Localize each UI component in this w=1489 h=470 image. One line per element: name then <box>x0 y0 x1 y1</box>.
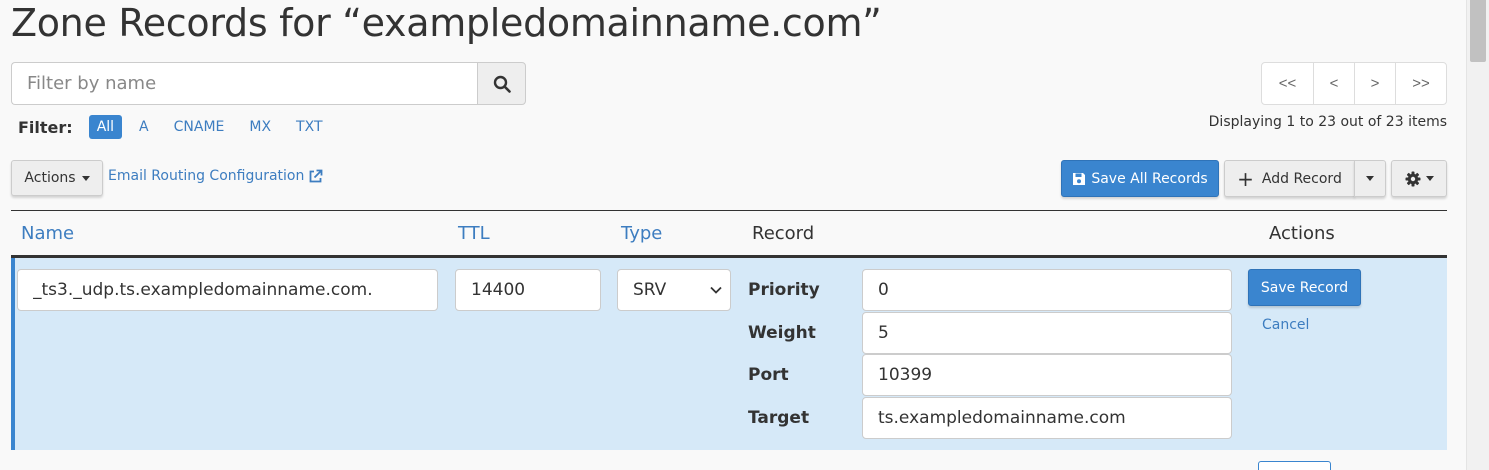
cancel-link[interactable]: Cancel <box>1262 317 1309 333</box>
save-record-button[interactable]: Save Record <box>1248 269 1361 306</box>
filter-all[interactable]: All <box>88 115 123 139</box>
caret-down-icon <box>1366 176 1374 181</box>
save-all-records-button[interactable]: Save All Records <box>1061 160 1219 197</box>
floppy-disk-icon <box>1073 172 1086 185</box>
pager-next-button[interactable]: > <box>1354 62 1396 105</box>
target-input[interactable] <box>862 397 1232 439</box>
caret-down-icon <box>81 175 90 181</box>
filter-bar: Filter: All A CNAME MX TXT <box>18 113 340 141</box>
column-header-type[interactable]: Type <box>621 223 662 244</box>
column-header-ttl[interactable]: TTL <box>458 223 490 244</box>
pager-first-button[interactable]: << <box>1261 62 1314 105</box>
email-routing-label: Email Routing Configuration <box>108 168 305 184</box>
pagination: << < > >> <box>1261 62 1447 105</box>
zone-records-page: Zone Records for “exampledomainname.com”… <box>0 0 1489 470</box>
priority-label: Priority <box>748 280 820 300</box>
table-top-divider <box>11 210 1447 211</box>
scrollbar-thumb[interactable] <box>1470 0 1486 62</box>
actions-label: Actions <box>24 170 76 186</box>
column-header-record: Record <box>752 223 815 244</box>
chevron-down-icon <box>710 286 722 294</box>
next-row-button-partial[interactable] <box>1258 461 1331 470</box>
port-input[interactable] <box>862 354 1232 396</box>
actions-dropdown-button[interactable]: Actions <box>11 160 103 196</box>
weight-label: Weight <box>748 323 816 343</box>
external-link-icon <box>309 169 323 182</box>
pager-prev-button[interactable]: < <box>1313 62 1355 105</box>
record-name-input[interactable] <box>17 269 438 311</box>
page-title: Zone Records for “exampledomainname.com” <box>11 1 882 45</box>
page-scrollbar[interactable] <box>1466 0 1489 470</box>
port-label: Port <box>748 365 789 385</box>
save-all-label: Save All Records <box>1091 170 1208 187</box>
filter-cname[interactable]: CNAME <box>166 115 233 139</box>
plus-icon: + <box>1237 166 1254 191</box>
pager-last-button[interactable]: >> <box>1395 62 1447 105</box>
search-icon <box>493 75 511 93</box>
email-routing-link[interactable]: Email Routing Configuration <box>108 168 323 184</box>
column-header-actions: Actions <box>1269 223 1335 244</box>
filter-label: Filter: <box>18 117 73 137</box>
filter-mx[interactable]: MX <box>241 115 279 139</box>
priority-input[interactable] <box>862 269 1232 311</box>
column-header-name[interactable]: Name <box>21 223 74 244</box>
settings-dropdown-button[interactable] <box>1391 160 1447 197</box>
target-label: Target <box>748 408 810 428</box>
search-input[interactable] <box>11 62 477 105</box>
record-ttl-input[interactable] <box>455 269 601 311</box>
record-type-select[interactable]: SRV <box>617 269 731 311</box>
search-button[interactable] <box>477 62 526 105</box>
weight-input[interactable] <box>862 312 1232 354</box>
add-record-label: Add Record <box>1261 170 1342 187</box>
add-record-dropdown-toggle[interactable] <box>1354 160 1386 197</box>
pagination-status: Displaying 1 to 23 out of 23 items <box>1208 114 1447 130</box>
caret-down-icon <box>1425 176 1434 181</box>
filter-a[interactable]: A <box>131 115 157 139</box>
record-type-value: SRV <box>633 280 667 300</box>
filter-txt[interactable]: TXT <box>288 115 330 139</box>
gear-icon <box>1405 171 1420 186</box>
search-bar <box>11 62 526 105</box>
add-record-button[interactable]: + Add Record <box>1224 160 1355 197</box>
